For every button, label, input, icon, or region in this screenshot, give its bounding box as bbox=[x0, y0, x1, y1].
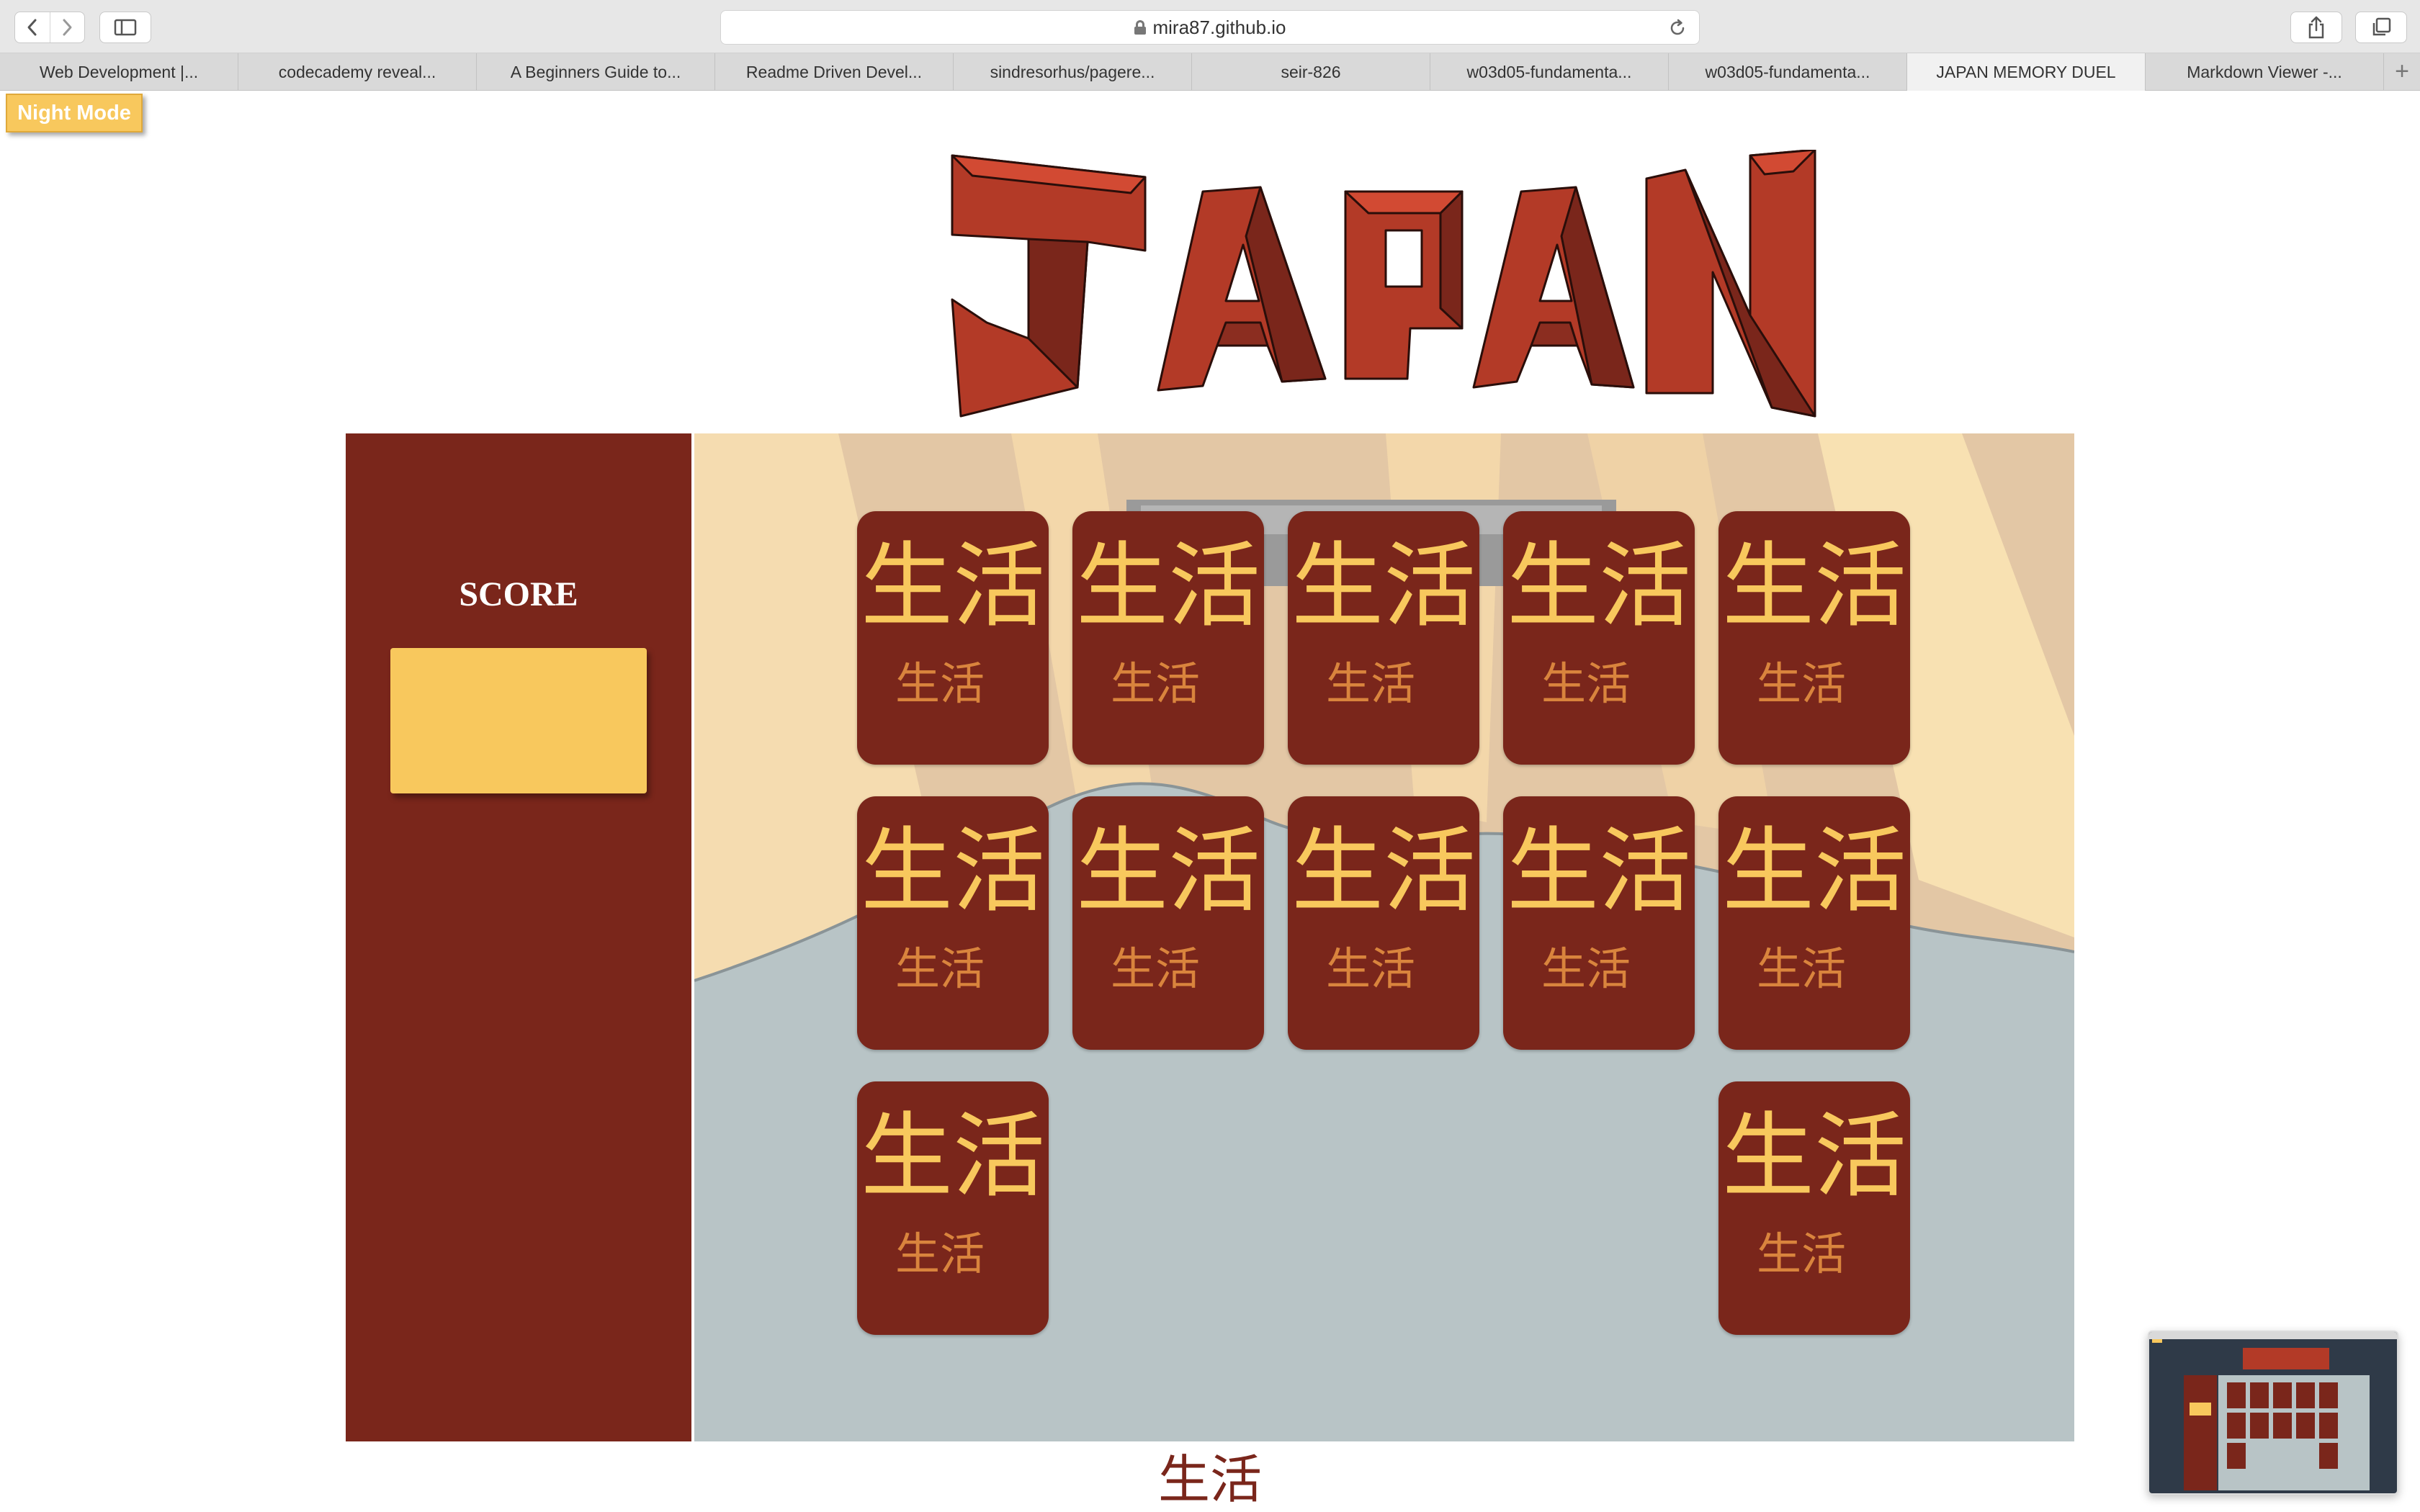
share-icon bbox=[2308, 16, 2324, 39]
score-box bbox=[390, 648, 647, 793]
tab-label: w03d05-fundamenta... bbox=[1705, 62, 1870, 81]
memory-card[interactable]: 生活 生活 bbox=[857, 1081, 1049, 1335]
score-title: SCORE bbox=[459, 575, 578, 613]
tab-label: A Beginners Guide to... bbox=[510, 62, 681, 81]
card-kanji-large: 生活 bbox=[1291, 533, 1476, 640]
tab-label: JAPAN MEMORY DUEL bbox=[1936, 62, 2116, 81]
card-kanji-large: 生活 bbox=[1721, 818, 1906, 925]
tab-item[interactable]: A Beginners Guide to... bbox=[477, 53, 715, 91]
card-kanji-small: 生活 bbox=[1541, 657, 1631, 710]
card-kanji-small: 生活 bbox=[895, 942, 985, 995]
card-kanji-large: 生活 bbox=[860, 818, 1045, 925]
tab-label: seir-826 bbox=[1281, 62, 1341, 81]
card-kanji-small: 生活 bbox=[1325, 657, 1415, 710]
card-kanji-large: 生活 bbox=[860, 1103, 1045, 1210]
sidebar-toggle-button[interactable] bbox=[99, 12, 151, 43]
score-panel: SCORE bbox=[346, 433, 691, 1441]
memory-card[interactable]: 生活 生活 bbox=[1503, 511, 1695, 765]
card-kanji-small: 生活 bbox=[1110, 657, 1200, 710]
card-kanji-small: 生活 bbox=[1325, 942, 1415, 995]
tab-item[interactable]: w03d05-fundamenta... bbox=[1430, 53, 1669, 91]
browser-toolbar: mira87.github.io bbox=[0, 0, 2420, 53]
night-mode-button[interactable]: Night Mode bbox=[6, 94, 143, 132]
reload-icon[interactable] bbox=[1667, 18, 1688, 38]
card-kanji-large: 生活 bbox=[860, 533, 1045, 640]
game-board: 生活 生活 生活 生活 生活 生活 生活 生活 生活 生活 生活 生活 生活 生活 生活 生活 … bbox=[694, 433, 2074, 1441]
memory-card[interactable]: 生活 生活 bbox=[857, 796, 1049, 1050]
back-icon bbox=[27, 19, 37, 36]
memory-card[interactable]: 生活 生活 bbox=[1288, 796, 1479, 1050]
forward-button[interactable] bbox=[49, 12, 84, 42]
footer-kanji: 生活 bbox=[1157, 1449, 1262, 1510]
card-kanji-small: 生活 bbox=[1110, 942, 1200, 995]
address-bar[interactable]: mira87.github.io bbox=[720, 10, 1700, 45]
sidebar-icon bbox=[114, 19, 137, 36]
tab-overview-button[interactable] bbox=[2355, 12, 2407, 43]
url-text: mira87.github.io bbox=[1152, 16, 1286, 38]
card-kanji-large: 生活 bbox=[1721, 533, 1906, 640]
tab-item[interactable]: Readme Driven Devel... bbox=[715, 53, 954, 91]
tab-item[interactable]: seir-826 bbox=[1192, 53, 1430, 91]
tabs-overview-icon bbox=[2372, 17, 2391, 36]
tab-label: Readme Driven Devel... bbox=[745, 62, 923, 81]
memory-card[interactable]: 生活 生活 bbox=[1072, 796, 1264, 1050]
japan-logo bbox=[951, 150, 1816, 418]
card-kanji-small: 生活 bbox=[1541, 942, 1631, 995]
card-kanji-small: 生活 bbox=[1756, 657, 1846, 710]
tab-item[interactable]: Markdown Viewer -... bbox=[2146, 53, 2384, 91]
thumbnail-preview-image bbox=[2149, 1332, 2397, 1493]
card-kanji-small: 生活 bbox=[895, 657, 985, 710]
card-kanji-small: 生活 bbox=[1756, 942, 1846, 995]
card-kanji-small: 生活 bbox=[1756, 1228, 1846, 1280]
memory-card[interactable]: 生活 生活 bbox=[1072, 511, 1264, 765]
card-kanji-large: 生活 bbox=[1075, 818, 1260, 925]
tab-item[interactable]: w03d05-fundamenta... bbox=[1669, 53, 1907, 91]
add-tab-icon[interactable]: + bbox=[2384, 53, 2420, 90]
tab-item[interactable]: Web Development |... bbox=[0, 53, 238, 91]
card-kanji-large: 生活 bbox=[1721, 1103, 1906, 1210]
memory-card[interactable]: 生活 生活 bbox=[1718, 796, 1910, 1050]
screenshot-thumbnail[interactable] bbox=[2148, 1331, 2398, 1495]
lock-icon bbox=[1134, 20, 1146, 35]
card-kanji-large: 生活 bbox=[1291, 818, 1476, 925]
tab-bar: Web Development |... codecademy reveal..… bbox=[0, 53, 2420, 91]
tab-label: Web Development |... bbox=[39, 62, 199, 81]
history-nav bbox=[14, 12, 85, 43]
tab-label: sindresorhus/pagere... bbox=[990, 62, 1155, 81]
back-button[interactable] bbox=[15, 12, 50, 42]
memory-card[interactable]: 生活 生活 bbox=[1718, 511, 1910, 765]
tab-label: Markdown Viewer -... bbox=[2187, 62, 2342, 81]
tab-item[interactable]: sindresorhus/pagere... bbox=[954, 53, 1192, 91]
tab-label: w03d05-fundamenta... bbox=[1466, 62, 1632, 81]
card-kanji-large: 生活 bbox=[1506, 818, 1691, 925]
memory-card[interactable]: 生活 生活 bbox=[1288, 511, 1479, 765]
memory-card[interactable]: 生活 生活 bbox=[1718, 1081, 1910, 1335]
card-kanji-large: 生活 bbox=[1506, 533, 1691, 640]
share-button[interactable] bbox=[2290, 12, 2342, 43]
tab-item-active[interactable]: JAPAN MEMORY DUEL bbox=[1907, 53, 2146, 91]
memory-card[interactable]: 生活 生活 bbox=[1503, 796, 1695, 1050]
tab-item[interactable]: codecademy reveal... bbox=[238, 53, 477, 91]
memory-card[interactable]: 生活 生活 bbox=[857, 511, 1049, 765]
forward-icon bbox=[63, 19, 72, 36]
tab-label: codecademy reveal... bbox=[278, 62, 436, 81]
card-kanji-large: 生活 bbox=[1075, 533, 1260, 640]
card-kanji-small: 生活 bbox=[895, 1228, 985, 1280]
